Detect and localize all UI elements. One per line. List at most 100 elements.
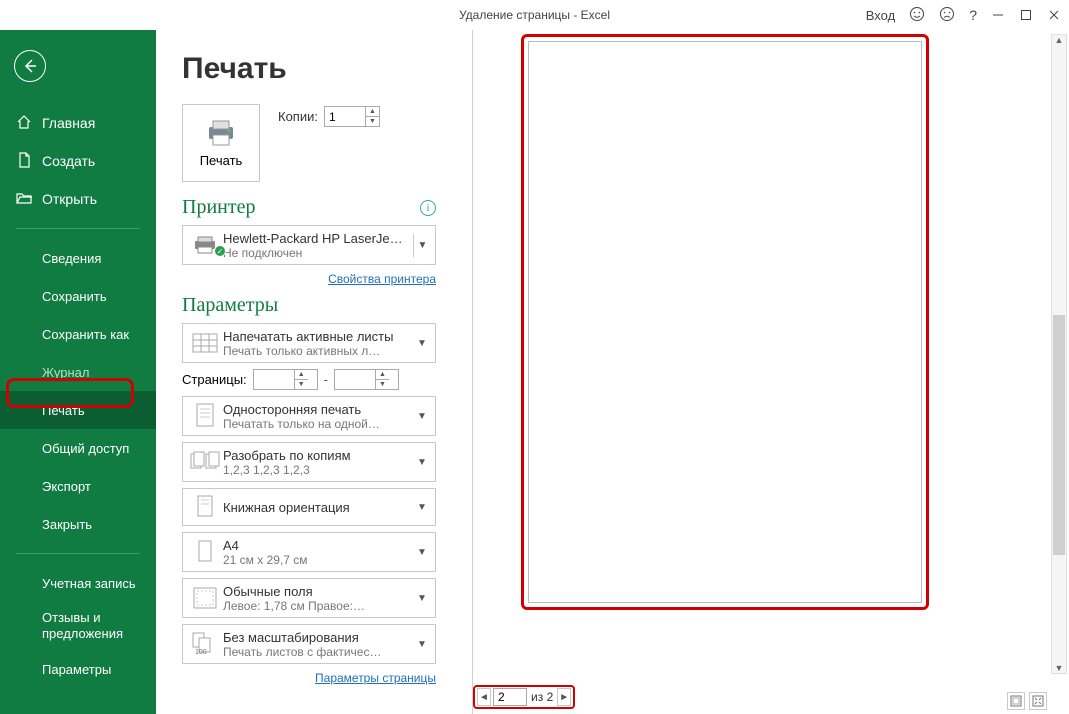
show-margins-button[interactable] (1007, 692, 1025, 710)
dd-label: Без масштабирования (223, 630, 413, 645)
spinner-up-icon[interactable]: ▲ (366, 107, 379, 117)
chevron-down-icon: ▼ (413, 502, 431, 513)
nav-save[interactable]: Сохранить (0, 277, 156, 315)
of-label: из 2 (529, 690, 555, 704)
page-to-spinner[interactable]: ▲▼ (334, 369, 399, 390)
prev-page-button[interactable]: ◄ (477, 688, 491, 706)
nav-label: Сведения (42, 251, 101, 266)
nav-close[interactable]: Закрыть (0, 505, 156, 543)
printer-icon (203, 119, 239, 147)
svg-text:100: 100 (195, 649, 207, 656)
page-from-spinner[interactable]: ▲▼ (253, 369, 318, 390)
nav-label: Учетная запись (42, 576, 136, 591)
chevron-down-icon: ▼ (413, 411, 431, 422)
nav-label: Главная (42, 115, 95, 131)
nav-label: Создать (42, 153, 95, 169)
close-button[interactable] (1047, 8, 1061, 22)
print-what-selector[interactable]: Напечатать активные листы Печать только … (182, 323, 436, 363)
dd-label: Обычные поля (223, 584, 413, 599)
page-setup-link[interactable]: Параметры страницы (315, 671, 436, 685)
nav-share[interactable]: Общий доступ (0, 429, 156, 467)
nav-saveas[interactable]: Сохранить как (0, 315, 156, 353)
dd-sublabel: Печать листов с фактичес… (223, 645, 413, 659)
page-single-icon (187, 403, 223, 429)
vertical-scrollbar[interactable]: ▲ ▼ (1051, 34, 1067, 674)
info-icon[interactable]: i (420, 200, 436, 216)
page-icon (187, 540, 223, 564)
spinner-down-icon[interactable]: ▼ (366, 117, 379, 126)
help-icon[interactable]: ? (969, 7, 977, 23)
nav-info[interactable]: Сведения (0, 239, 156, 277)
scaling-selector[interactable]: 100 Без масштабирования Печать листов с … (182, 624, 436, 664)
next-page-button[interactable]: ► (557, 688, 571, 706)
print-preview-pane: ▲ ▼ ◄ из 2 ► (472, 30, 1069, 714)
portrait-icon (187, 495, 223, 519)
dd-label: A4 (223, 538, 413, 553)
face-sad-icon[interactable] (939, 6, 955, 25)
nav-open[interactable]: Открыть (0, 180, 156, 218)
dd-label: Напечатать активные листы (223, 329, 413, 344)
collate-selector[interactable]: Разобрать по копиям 1,2,3 1,2,3 1,2,3 ▼ (182, 442, 436, 482)
pages-label: Страницы: (182, 372, 247, 387)
nav-feedback[interactable]: Отзывы и предложения (0, 602, 156, 650)
nav-label: Сохранить (42, 289, 107, 304)
nav-label: Открыть (42, 191, 97, 207)
login-link[interactable]: Вход (866, 8, 895, 23)
preview-page (528, 41, 922, 603)
nav-history: Журнал (0, 353, 156, 391)
printer-device-icon: ✓ (187, 236, 223, 254)
print-button-label: Печать (200, 153, 243, 168)
printer-heading: Принтер (182, 196, 255, 219)
dd-sublabel: 21 см x 29,7 см (223, 553, 413, 567)
page-navigator: ◄ из 2 ► (473, 684, 575, 710)
face-smile-icon[interactable] (909, 6, 925, 25)
scrollbar-thumb[interactable] (1053, 315, 1065, 555)
nav-home[interactable]: Главная (0, 104, 156, 142)
back-button[interactable] (14, 50, 46, 82)
nav-label: Журнал (42, 365, 89, 380)
chevron-down-icon: ▼ (413, 338, 431, 349)
collate-icon (187, 451, 223, 473)
printer-selector[interactable]: ✓ Hewlett-Packard HP LaserJe… Не подключ… (182, 225, 436, 265)
dd-sublabel: Левое: 1,78 см Правое:… (223, 599, 413, 613)
spinner-down-icon[interactable]: ▼ (295, 380, 308, 389)
spinner-up-icon[interactable]: ▲ (295, 370, 308, 380)
maximize-button[interactable] (1019, 8, 1033, 22)
chevron-down-icon: ▼ (413, 234, 431, 257)
dd-sublabel: Печать только активных л… (223, 344, 413, 358)
nav-label: Общий доступ (42, 441, 129, 456)
paper-selector[interactable]: A4 21 см x 29,7 см ▼ (182, 532, 436, 572)
window-title: Удаление страницы - Excel (459, 8, 610, 22)
scaling-icon: 100 (187, 632, 223, 656)
nav-label: Печать (42, 403, 85, 418)
chevron-down-icon: ▼ (413, 593, 431, 604)
preview-highlight (521, 34, 929, 610)
zoom-to-page-button[interactable] (1029, 692, 1047, 710)
dd-label: Книжная ориентация (223, 500, 413, 515)
minimize-button[interactable] (991, 8, 1005, 22)
spinner-down-icon[interactable]: ▼ (376, 380, 389, 389)
scroll-down-icon[interactable]: ▼ (1052, 663, 1066, 673)
backstage-sidebar: Главная Создать Открыть Сведения Сохрани… (0, 30, 156, 714)
print-button[interactable]: Печать (182, 104, 260, 182)
nav-new[interactable]: Создать (0, 142, 156, 180)
nav-label: Параметры (42, 662, 111, 677)
copies-input[interactable] (325, 107, 365, 126)
nav-print[interactable]: Печать (0, 391, 156, 429)
sides-selector[interactable]: Односторонняя печать Печатать только на … (182, 396, 436, 436)
nav-label: Отзывы и предложения (42, 610, 156, 641)
page-to-input[interactable] (335, 370, 375, 389)
spinner-up-icon[interactable]: ▲ (376, 370, 389, 380)
sheets-icon (187, 333, 223, 353)
page-from-input[interactable] (254, 370, 294, 389)
nav-account[interactable]: Учетная запись (0, 564, 156, 602)
scroll-up-icon[interactable]: ▲ (1052, 35, 1066, 45)
copies-spinner[interactable]: ▲▼ (324, 106, 380, 127)
margins-selector[interactable]: Обычные поля Левое: 1,78 см Правое:… ▼ (182, 578, 436, 618)
dd-sublabel: Печатать только на одной… (223, 417, 413, 431)
printer-properties-link[interactable]: Свойства принтера (328, 272, 436, 286)
orientation-selector[interactable]: Книжная ориентация ▼ (182, 488, 436, 526)
nav-options[interactable]: Параметры (0, 650, 156, 688)
current-page-input[interactable] (493, 688, 527, 706)
nav-export[interactable]: Экспорт (0, 467, 156, 505)
